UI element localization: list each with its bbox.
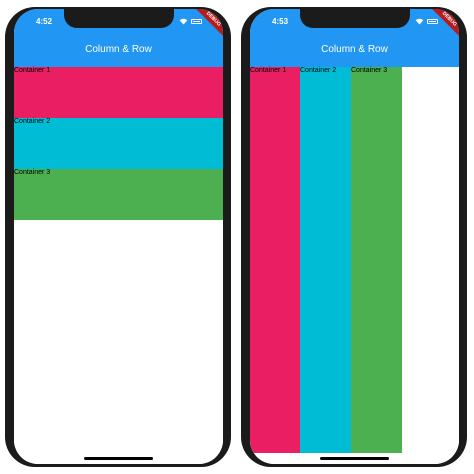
container-label: Container 1: [14, 67, 51, 74]
phone-screen-row: 4:53 Column & Row DEBUG Container 1 Cont…: [250, 9, 459, 464]
app-bar: 4:52 Column & Row DEBUG: [14, 9, 223, 67]
container-label: Container 1: [250, 67, 287, 74]
container-label: Container 3: [14, 169, 51, 176]
app-bar: 4:53 Column & Row DEBUG: [250, 9, 459, 67]
notch: [300, 9, 410, 28]
container-label: Container 2: [300, 67, 337, 74]
phone-frame-row: 4:53 Column & Row DEBUG Container 1 Cont…: [241, 7, 467, 467]
container-2: Container 2: [14, 118, 223, 169]
wifi-icon: [179, 18, 188, 25]
container-3: Container 3: [14, 169, 223, 220]
column-body: Container 1 Container 2 Container 3: [14, 67, 223, 464]
debug-banner: DEBUG: [428, 9, 459, 40]
phone-frame-column: 4:52 Column & Row DEBUG Container 1 Cont…: [5, 7, 231, 467]
container-1: Container 1: [250, 67, 300, 453]
status-time: 4:52: [36, 17, 53, 26]
status-time: 4:53: [272, 17, 289, 26]
battery-icon: [191, 19, 202, 24]
wifi-icon: [415, 18, 424, 25]
battery-icon: [427, 19, 438, 24]
container-3: Container 3: [351, 67, 402, 453]
container-label: Container 3: [351, 67, 388, 74]
container-label: Container 2: [14, 118, 51, 125]
phone-screen-column: 4:52 Column & Row DEBUG Container 1 Cont…: [14, 9, 223, 464]
container-1: Container 1: [14, 67, 223, 118]
notch: [64, 9, 174, 28]
home-indicator[interactable]: [320, 457, 389, 460]
debug-banner: DEBUG: [192, 9, 223, 40]
app-bar-title: Column & Row: [321, 44, 388, 55]
row-body: Container 1 Container 2 Container 3: [250, 67, 459, 464]
container-2: Container 2: [300, 67, 351, 453]
app-bar-title: Column & Row: [85, 44, 152, 55]
home-indicator[interactable]: [84, 457, 153, 460]
